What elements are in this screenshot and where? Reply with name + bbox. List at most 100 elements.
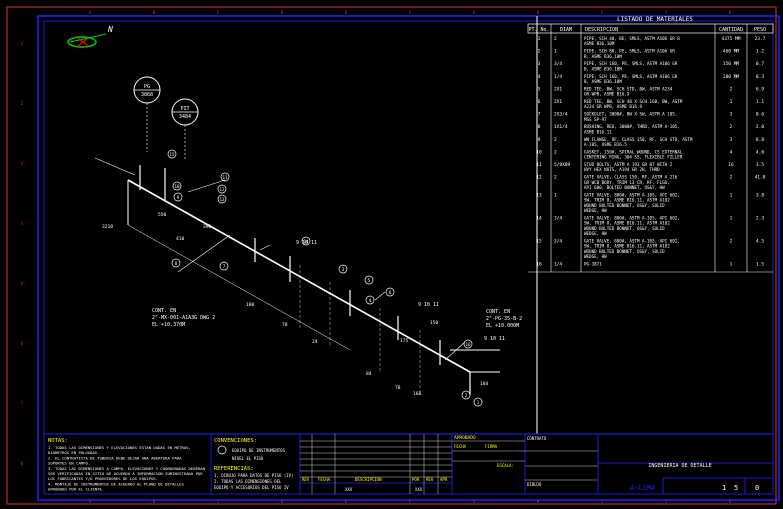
instrument-2-tag: PIT: [180, 106, 189, 112]
bom-row-desc: A234 GR WPB, ASME B16.9: [584, 104, 642, 109]
dimension-label: 160: [413, 391, 422, 397]
bom-row-qty: 2: [730, 238, 733, 244]
bom-row-qty: 3: [730, 112, 733, 118]
rev-header-rev2: REV: [426, 477, 434, 482]
bom-row-pt: 11: [536, 162, 542, 168]
dimension-label: 175: [400, 338, 409, 344]
approval-field-firma: FIRMA: [485, 444, 498, 449]
notes-title: NOTAS:: [48, 438, 68, 444]
bom-row-diam: 2X1: [554, 99, 562, 105]
bom-row-diam: 2: [554, 175, 557, 181]
bom-row-desc: MSS SP-97: [584, 117, 607, 122]
instrument-1-tag: PG: [144, 84, 150, 90]
rev-header-por: POR: [412, 477, 420, 482]
bom-row-diam: 1X1/4: [554, 124, 568, 130]
bom-row-pt: 3: [538, 61, 541, 67]
bom-row-diam: 3/4: [554, 215, 562, 221]
bom-row-pt: 10: [536, 149, 542, 155]
bom-row-qty: 4375 MM: [722, 36, 741, 42]
bom-row-diam: 5/8X89: [554, 162, 571, 168]
bom-row-diam: 3/4: [554, 238, 562, 244]
bom-row-desc: A-105, ASME B16.5: [584, 142, 627, 147]
rev-row-value-2: XXX: [415, 487, 423, 492]
bom-row-pt: 14: [536, 215, 542, 221]
border-letter: J: [665, 499, 667, 504]
bom-row-qty: 1: [730, 99, 733, 105]
approvals-title: APROBADO: [454, 435, 476, 441]
bom-row-peso: 8.8: [756, 137, 764, 143]
rev-header-desc: DESCRIPCION: [355, 477, 382, 482]
dimension-label: 78: [395, 385, 401, 391]
bom-row-desc: WEDGE, HW: [584, 254, 607, 259]
references-title: REFERENCIAS:: [214, 466, 254, 472]
bom-header-qty: CANTIDAD: [719, 27, 743, 33]
cont-left-line-1: CONT. EN: [152, 308, 176, 314]
bom-row-diam: 3/4: [554, 61, 562, 67]
bom-header-pt: PT. No.: [528, 27, 549, 33]
bom-row-desc: B, ASME B36.10M: [584, 66, 622, 71]
dimension-label: 3210: [102, 224, 113, 230]
cont-right-line-3: EL +10.000M: [486, 323, 519, 329]
bom-row-pt: 9: [538, 137, 541, 143]
bom-row-desc: ASME B36.10M: [584, 41, 615, 46]
dimension-label: 410: [176, 236, 185, 242]
bom-row-desc: GR WPB, ASME B16.9: [584, 92, 630, 97]
bom-row-diam: 1/4: [554, 74, 562, 80]
bom-row-pt: 13: [536, 192, 542, 198]
bom-row-qty: 16: [728, 162, 734, 168]
sheet-number: 1: [722, 484, 726, 492]
bom-row-qty: 1: [730, 261, 733, 267]
bom-row-pt: 4: [538, 74, 541, 80]
bom-row-pt: 7: [538, 112, 541, 118]
bom-row-desc: WEDGE, HW: [584, 208, 607, 213]
titleblock-main: INGENIERIA DE DETALLE: [648, 463, 711, 469]
cont-left-line-3: EL +10.370M: [152, 322, 185, 328]
revision-number: 0: [755, 484, 759, 492]
bom-row-qty: 1: [730, 215, 733, 221]
bom-row-diam: 1/4: [554, 261, 562, 267]
bom-row-desc: PG-3871: [584, 261, 602, 266]
instrument-2-num: 3484: [179, 114, 191, 120]
bom-row-peso: 0.7: [756, 61, 764, 67]
bom-row-desc: ASME B16.11: [584, 129, 612, 134]
conventions-title: CONVENCIONES:: [214, 438, 257, 444]
bom-row-qty: 2: [730, 86, 733, 92]
bom-row-desc: API 600, BOLTED BONNET, OS&Y, HW: [584, 185, 665, 190]
bom-row-pt: 5: [538, 86, 541, 92]
border-letter: J: [665, 10, 667, 15]
bom-header-desc: DESCRIPCION: [585, 27, 618, 33]
bom-header-diam: DIAM: [560, 27, 572, 33]
cont-right-line-2: 2"-PG-35-B-2: [486, 316, 522, 322]
bom-row-diam: 2: [554, 149, 557, 155]
convention-item-2: NIVEL EL PISO: [232, 456, 264, 461]
reference-line-1: 1. DIBUJO PARA DATOS DE PISO (IV): [214, 473, 293, 478]
cont-right-line-1: CONT. EN: [486, 309, 510, 315]
dimension-label: 84: [366, 371, 372, 377]
instrument-1-num: 3868: [141, 92, 153, 98]
approval-field-escala: ESCALA:: [497, 463, 514, 468]
bom-row-desc: CENTERING RING, 304 SS, FLEXIBLE FILLER: [584, 155, 683, 160]
rev-header-rev: REV: [302, 477, 310, 482]
bom-row-qty: 150 MM: [723, 61, 740, 67]
bom-row-pt: 8: [538, 124, 541, 130]
bom-row-peso: 4.0: [756, 149, 764, 155]
balloon-label: 15: [169, 152, 175, 157]
convention-item-1: EQUIPO DE INSTRUMENTOS: [232, 448, 286, 453]
bom-row-qty: 200 MM: [723, 74, 740, 80]
bom-row-peso: 3.5: [756, 162, 764, 168]
balloon-label: 16: [465, 342, 471, 347]
bom-row-desc: B, ASME B36.10M: [584, 79, 622, 84]
dimension-label: 24: [312, 339, 318, 345]
bom-row-peso: 1.1: [756, 99, 764, 105]
tag-label-3: 9 10 11: [484, 336, 505, 342]
cont-left-line-2: 2"-MX-001-A1A3G DWG 2: [152, 315, 215, 321]
bom-row-qty: 460 MM: [723, 49, 740, 55]
balloon-label: 10: [174, 184, 180, 189]
approval-field-contrato: CONTRATO: [527, 436, 547, 441]
balloon-label: 12: [219, 187, 225, 192]
rev-header-fecha: FECHA: [318, 477, 331, 482]
bom-row-desc: WEDGE, HW: [584, 231, 607, 236]
bom-row-qty: 2: [730, 124, 733, 130]
reference-line-2: 2. TODAS LAS DIMENSIONES DEL: [214, 479, 282, 484]
bom-row-diam: 2: [554, 137, 557, 143]
